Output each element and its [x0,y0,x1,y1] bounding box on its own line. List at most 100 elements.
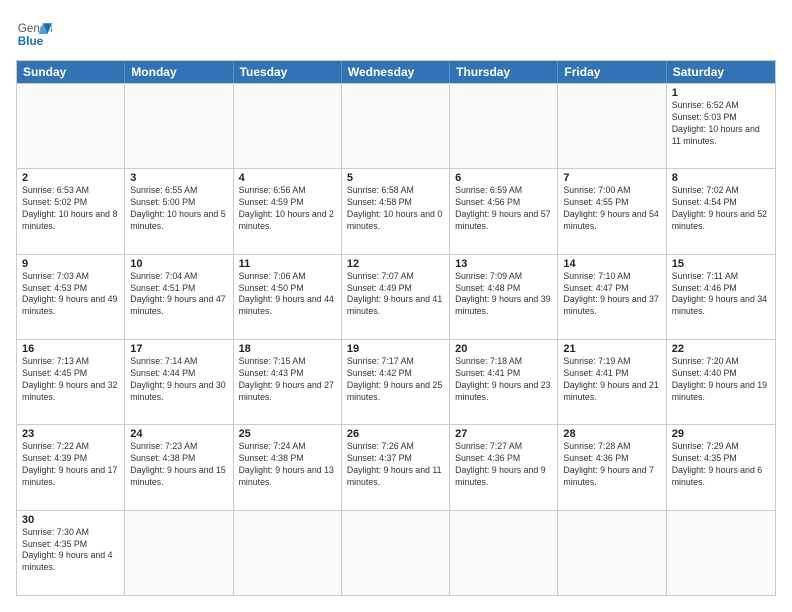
day-number: 21 [563,343,660,355]
calendar-cell: 11Sunrise: 7:06 AM Sunset: 4:50 PM Dayli… [234,255,342,339]
calendar-cell: 15Sunrise: 7:11 AM Sunset: 4:46 PM Dayli… [667,255,775,339]
day-number: 24 [130,428,227,440]
day-number: 6 [455,172,552,184]
calendar-cell [667,511,775,595]
day-info: Sunrise: 7:28 AM Sunset: 4:36 PM Dayligh… [563,441,660,489]
day-info: Sunrise: 7:10 AM Sunset: 4:47 PM Dayligh… [563,271,660,319]
calendar-cell: 14Sunrise: 7:10 AM Sunset: 4:47 PM Dayli… [558,255,666,339]
day-number: 27 [455,428,552,440]
calendar-cell [342,511,450,595]
day-number: 22 [672,343,770,355]
day-number: 26 [347,428,444,440]
calendar-cell [450,511,558,595]
day-info: Sunrise: 6:55 AM Sunset: 5:00 PM Dayligh… [130,185,227,233]
day-number: 16 [22,343,119,355]
calendar-cell: 24Sunrise: 7:23 AM Sunset: 4:38 PM Dayli… [125,425,233,509]
calendar-cell: 19Sunrise: 7:17 AM Sunset: 4:42 PM Dayli… [342,340,450,424]
day-number: 3 [130,172,227,184]
weekday-header-tuesday: Tuesday [234,61,342,83]
day-info: Sunrise: 7:06 AM Sunset: 4:50 PM Dayligh… [239,271,336,319]
calendar-row-1: 2Sunrise: 6:53 AM Sunset: 5:02 PM Daylig… [17,168,775,253]
calendar-cell: 21Sunrise: 7:19 AM Sunset: 4:41 PM Dayli… [558,340,666,424]
day-number: 11 [239,258,336,270]
day-number: 4 [239,172,336,184]
calendar-row-4: 23Sunrise: 7:22 AM Sunset: 4:39 PM Dayli… [17,424,775,509]
calendar-cell: 12Sunrise: 7:07 AM Sunset: 4:49 PM Dayli… [342,255,450,339]
day-info: Sunrise: 7:20 AM Sunset: 4:40 PM Dayligh… [672,356,770,404]
day-info: Sunrise: 7:00 AM Sunset: 4:55 PM Dayligh… [563,185,660,233]
calendar-cell [125,511,233,595]
day-number: 7 [563,172,660,184]
svg-text:Blue: Blue [18,35,44,48]
day-info: Sunrise: 6:58 AM Sunset: 4:58 PM Dayligh… [347,185,444,233]
calendar-cell [234,84,342,168]
day-info: Sunrise: 7:22 AM Sunset: 4:39 PM Dayligh… [22,441,119,489]
day-info: Sunrise: 6:56 AM Sunset: 4:59 PM Dayligh… [239,185,336,233]
day-number: 25 [239,428,336,440]
day-number: 19 [347,343,444,355]
calendar-cell: 23Sunrise: 7:22 AM Sunset: 4:39 PM Dayli… [17,425,125,509]
calendar-cell: 1Sunrise: 6:52 AM Sunset: 5:03 PM Daylig… [667,84,775,168]
calendar-row-0: 1Sunrise: 6:52 AM Sunset: 5:03 PM Daylig… [17,83,775,168]
calendar-cell: 18Sunrise: 7:15 AM Sunset: 4:43 PM Dayli… [234,340,342,424]
day-info: Sunrise: 7:02 AM Sunset: 4:54 PM Dayligh… [672,185,770,233]
day-info: Sunrise: 7:11 AM Sunset: 4:46 PM Dayligh… [672,271,770,319]
calendar-cell: 13Sunrise: 7:09 AM Sunset: 4:48 PM Dayli… [450,255,558,339]
day-number: 9 [22,258,119,270]
day-number: 18 [239,343,336,355]
day-info: Sunrise: 7:23 AM Sunset: 4:38 PM Dayligh… [130,441,227,489]
day-number: 28 [563,428,660,440]
day-info: Sunrise: 6:59 AM Sunset: 4:56 PM Dayligh… [455,185,552,233]
day-info: Sunrise: 7:18 AM Sunset: 4:41 PM Dayligh… [455,356,552,404]
day-info: Sunrise: 7:04 AM Sunset: 4:51 PM Dayligh… [130,271,227,319]
day-info: Sunrise: 7:24 AM Sunset: 4:38 PM Dayligh… [239,441,336,489]
calendar-cell: 17Sunrise: 7:14 AM Sunset: 4:44 PM Dayli… [125,340,233,424]
day-number: 2 [22,172,119,184]
day-number: 30 [22,514,119,526]
calendar-cell: 26Sunrise: 7:26 AM Sunset: 4:37 PM Dayli… [342,425,450,509]
weekday-header-friday: Friday [558,61,666,83]
day-info: Sunrise: 7:30 AM Sunset: 4:35 PM Dayligh… [22,527,119,575]
calendar-cell [558,84,666,168]
day-info: Sunrise: 7:19 AM Sunset: 4:41 PM Dayligh… [563,356,660,404]
day-info: Sunrise: 7:14 AM Sunset: 4:44 PM Dayligh… [130,356,227,404]
day-number: 10 [130,258,227,270]
calendar-cell: 30Sunrise: 7:30 AM Sunset: 4:35 PM Dayli… [17,511,125,595]
calendar-cell: 10Sunrise: 7:04 AM Sunset: 4:51 PM Dayli… [125,255,233,339]
logo: General Blue [16,16,52,52]
calendar-cell [342,84,450,168]
weekday-header-saturday: Saturday [667,61,775,83]
calendar-cell [125,84,233,168]
calendar-header: SundayMondayTuesdayWednesdayThursdayFrid… [17,61,775,83]
calendar-cell: 5Sunrise: 6:58 AM Sunset: 4:58 PM Daylig… [342,169,450,253]
page: General Blue SundayMondayTuesdayWednesda… [0,0,792,612]
header: General Blue [16,16,776,52]
day-info: Sunrise: 6:52 AM Sunset: 5:03 PM Dayligh… [672,100,770,148]
weekday-header-thursday: Thursday [450,61,558,83]
calendar-cell: 9Sunrise: 7:03 AM Sunset: 4:53 PM Daylig… [17,255,125,339]
weekday-header-wednesday: Wednesday [342,61,450,83]
calendar-cell: 6Sunrise: 6:59 AM Sunset: 4:56 PM Daylig… [450,169,558,253]
calendar-cell [17,84,125,168]
calendar-row-3: 16Sunrise: 7:13 AM Sunset: 4:45 PM Dayli… [17,339,775,424]
day-number: 12 [347,258,444,270]
calendar-cell: 20Sunrise: 7:18 AM Sunset: 4:41 PM Dayli… [450,340,558,424]
day-number: 8 [672,172,770,184]
day-number: 15 [672,258,770,270]
day-number: 17 [130,343,227,355]
calendar-cell: 27Sunrise: 7:27 AM Sunset: 4:36 PM Dayli… [450,425,558,509]
calendar-cell: 8Sunrise: 7:02 AM Sunset: 4:54 PM Daylig… [667,169,775,253]
weekday-header-monday: Monday [125,61,233,83]
weekday-header-sunday: Sunday [17,61,125,83]
calendar-body: 1Sunrise: 6:52 AM Sunset: 5:03 PM Daylig… [17,83,775,595]
day-info: Sunrise: 6:53 AM Sunset: 5:02 PM Dayligh… [22,185,119,233]
calendar-cell [234,511,342,595]
calendar-cell: 28Sunrise: 7:28 AM Sunset: 4:36 PM Dayli… [558,425,666,509]
day-info: Sunrise: 7:17 AM Sunset: 4:42 PM Dayligh… [347,356,444,404]
calendar-cell: 29Sunrise: 7:29 AM Sunset: 4:35 PM Dayli… [667,425,775,509]
day-number: 20 [455,343,552,355]
calendar-cell [558,511,666,595]
day-info: Sunrise: 7:07 AM Sunset: 4:49 PM Dayligh… [347,271,444,319]
day-number: 14 [563,258,660,270]
day-info: Sunrise: 7:15 AM Sunset: 4:43 PM Dayligh… [239,356,336,404]
